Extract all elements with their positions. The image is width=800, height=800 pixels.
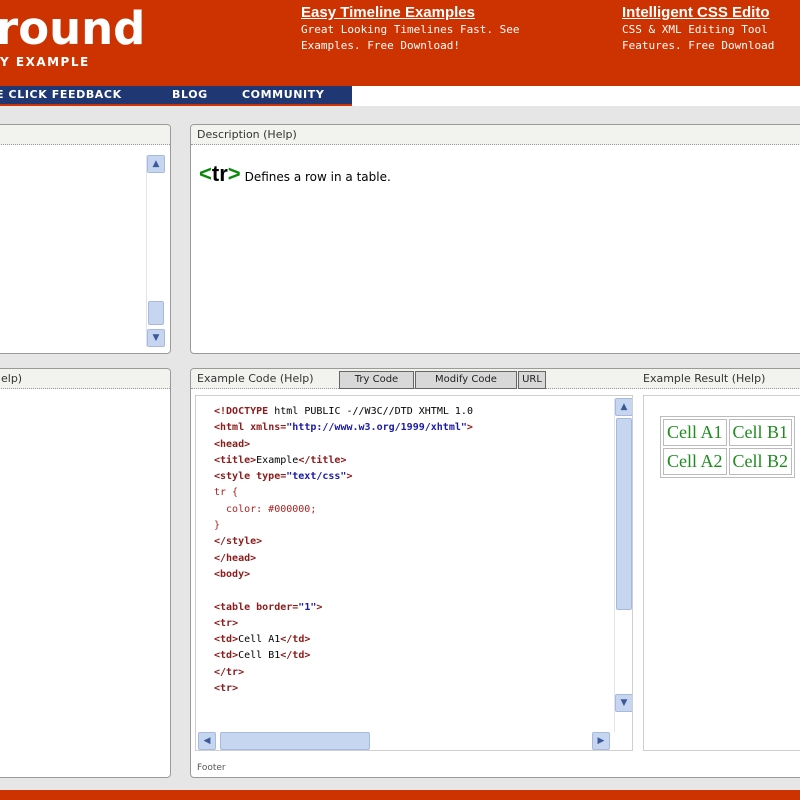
tag-list-panel-header bbox=[0, 125, 170, 145]
code-line: <td>Cell A1</td> bbox=[214, 634, 311, 646]
code-line: tr { bbox=[214, 487, 239, 499]
tag-list-panel: ▲ ▼ bbox=[0, 124, 171, 354]
scrollbar-thumb[interactable] bbox=[616, 418, 632, 610]
ad-timeline: Easy Timeline Examples Great Looking Tim… bbox=[301, 4, 581, 54]
code-line: </head> bbox=[214, 552, 257, 564]
code-line: color: #000000; bbox=[214, 503, 317, 515]
example-code-title: Example Code (Help) bbox=[197, 372, 314, 385]
site-tagline: Y EXAMPLE bbox=[0, 55, 90, 69]
modify-code-tab[interactable]: Modify Code bbox=[415, 371, 517, 389]
code-line: <title>Example</title> bbox=[214, 454, 347, 466]
description-panel: Description (Help) <tr> Defines a row in … bbox=[190, 124, 800, 354]
code-line: <!DOCTYPE html PUBLIC -//W3C//DTD XHTML … bbox=[214, 406, 473, 417]
bottom-bar bbox=[0, 790, 800, 800]
code-line: <head> bbox=[214, 438, 251, 450]
attributes-panel: elp) bbox=[0, 368, 171, 778]
code-line: <tr> bbox=[214, 683, 239, 695]
code-line: <tr> bbox=[214, 617, 239, 629]
ad-css-editor-line-2: Features. Free Download bbox=[622, 39, 775, 52]
scroll-left-icon[interactable]: ◀ bbox=[198, 732, 216, 750]
scroll-right-icon[interactable]: ▶ bbox=[592, 732, 610, 750]
ad-css-editor-line-1: CSS & XML Editing Tool bbox=[622, 23, 768, 36]
example-result-title: Example Result (Help) bbox=[643, 372, 766, 385]
url-tab[interactable]: URL bbox=[518, 371, 546, 389]
code-line: </tr> bbox=[214, 666, 245, 678]
description-tag-name: <tr> bbox=[199, 161, 241, 186]
code-line: } bbox=[214, 520, 221, 532]
code-line: <body> bbox=[214, 568, 251, 580]
try-code-tab[interactable]: Try Code bbox=[339, 371, 414, 389]
nav-blog-link[interactable]: BLOG bbox=[172, 88, 208, 101]
code-line: <table border="1"> bbox=[214, 601, 323, 613]
main-nav: E CLICK FEEDBACK BLOG COMMUNITY bbox=[0, 86, 352, 106]
attributes-panel-title: elp) bbox=[0, 369, 170, 389]
scrollbar-thumb[interactable] bbox=[148, 301, 164, 325]
panel-footer: Footer bbox=[197, 763, 226, 773]
code-line: <td>Cell B1</td> bbox=[214, 650, 311, 662]
code-vertical-scrollbar[interactable]: ▲ ▼ bbox=[614, 398, 632, 732]
ad-css-editor: Intelligent CSS Edito CSS & XML Editing … bbox=[622, 4, 800, 54]
description-panel-title: Description (Help) bbox=[191, 125, 800, 145]
table-row: Cell A2 Cell B2 bbox=[663, 448, 793, 475]
ad-timeline-line-1: Great Looking Timelines Fast. See bbox=[301, 23, 520, 36]
example-code-panel-header: Example Code (Help) Try Code Modify Code… bbox=[191, 369, 800, 389]
result-table: Cell A1 Cell B1 Cell A2 Cell B2 bbox=[660, 416, 796, 478]
site-header: round Y EXAMPLE Easy Timeline Examples G… bbox=[0, 0, 800, 86]
description-content: <tr> Defines a row in a table. bbox=[199, 161, 391, 187]
code-line: <style type="text/css"> bbox=[214, 471, 353, 483]
ad-css-editor-link[interactable]: Intelligent CSS Edito bbox=[622, 4, 800, 22]
scroll-up-icon[interactable]: ▲ bbox=[147, 155, 165, 173]
table-cell: Cell A1 bbox=[663, 419, 727, 446]
example-result-view: Cell A1 Cell B1 Cell A2 Cell B2 bbox=[643, 395, 800, 751]
scrollbar-thumb[interactable] bbox=[220, 732, 370, 750]
code-editor[interactable]: <!DOCTYPE html PUBLIC -//W3C//DTD XHTML … bbox=[195, 395, 633, 751]
ad-timeline-line-2: Examples. Free Download! bbox=[301, 39, 460, 52]
nav-feedback-link[interactable]: E CLICK FEEDBACK bbox=[0, 88, 122, 101]
table-cell: Cell A2 bbox=[663, 448, 727, 475]
code-text[interactable]: <!DOCTYPE html PUBLIC -//W3C//DTD XHTML … bbox=[214, 404, 479, 697]
code-horizontal-scrollbar[interactable]: ◀ ▶ bbox=[198, 732, 612, 750]
description-text: Defines a row in a table. bbox=[244, 170, 391, 184]
code-line: <html xmlns="http://www.w3.org/1999/xhtm… bbox=[214, 422, 473, 434]
table-row: Cell A1 Cell B1 bbox=[663, 419, 793, 446]
table-cell: Cell B2 bbox=[728, 448, 793, 475]
nav-community-link[interactable]: COMMUNITY bbox=[242, 88, 324, 101]
site-logo[interactable]: round bbox=[0, 4, 145, 54]
workspace: ▲ ▼ Description (Help) <tr> Defines a row… bbox=[0, 106, 800, 790]
scroll-up-icon[interactable]: ▲ bbox=[615, 398, 632, 416]
scroll-down-icon[interactable]: ▼ bbox=[147, 329, 165, 347]
ad-timeline-link[interactable]: Easy Timeline Examples bbox=[301, 4, 581, 22]
table-cell: Cell B1 bbox=[728, 419, 793, 446]
example-code-panel: Example Code (Help) Try Code Modify Code… bbox=[190, 368, 800, 778]
code-line: </style> bbox=[214, 536, 263, 548]
tag-list-scrollbar[interactable]: ▲ ▼ bbox=[146, 155, 165, 347]
scroll-down-icon[interactable]: ▼ bbox=[615, 694, 632, 712]
